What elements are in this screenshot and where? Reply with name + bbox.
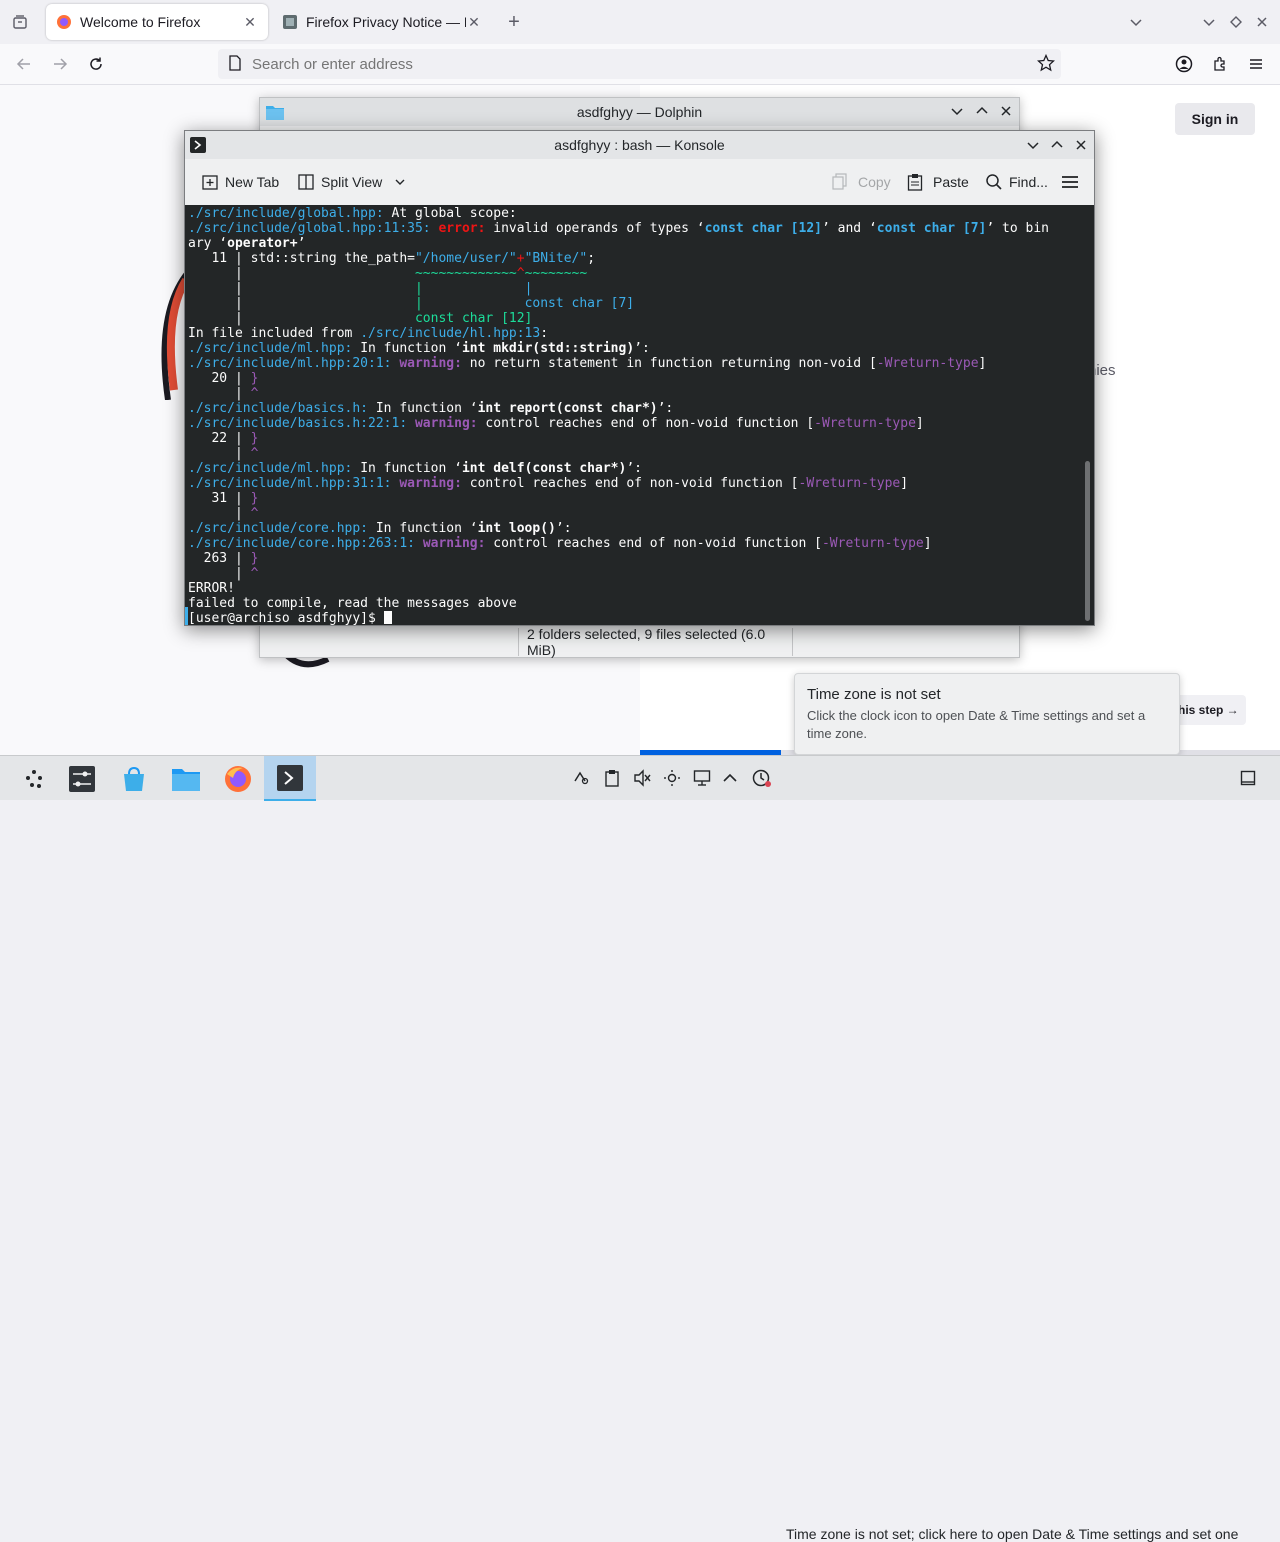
new-tab-label: New Tab bbox=[225, 174, 280, 190]
notification-body: Click the clock icon to open Date & Time… bbox=[807, 708, 1146, 741]
brightness-icon[interactable] bbox=[662, 768, 682, 788]
text-cursor bbox=[383, 611, 392, 624]
konsole-icon bbox=[277, 764, 303, 791]
copy-button[interactable]: Copy bbox=[832, 167, 891, 197]
close-tab-icon[interactable]: ✕ bbox=[242, 14, 258, 31]
hamburger-menu-icon bbox=[1062, 176, 1078, 188]
reload-icon[interactable] bbox=[80, 48, 112, 80]
hamburger-menu-button[interactable] bbox=[1061, 167, 1085, 197]
account-icon[interactable] bbox=[1168, 48, 1200, 80]
terminal-output[interactable]: ./src/include/global.hpp: At global scop… bbox=[185, 205, 1082, 625]
dolphin-status-text: 2 folders selected, 9 files selected (6.… bbox=[518, 626, 793, 658]
dolphin-titlebar: asdfghyy — Dolphin bbox=[260, 98, 1019, 126]
discover-icon bbox=[124, 766, 144, 791]
minimize-icon[interactable] bbox=[1026, 138, 1040, 155]
konsole-titlebar: asdfghyy : bash — Konsole bbox=[185, 131, 1094, 159]
split-view-button[interactable]: Split View bbox=[297, 167, 406, 197]
firefox-icon bbox=[225, 765, 251, 792]
minimize-icon[interactable] bbox=[950, 104, 964, 121]
close-icon[interactable] bbox=[999, 104, 1013, 121]
dolphin-taskbar-button[interactable] bbox=[160, 756, 212, 801]
app-menu-icon[interactable] bbox=[1240, 48, 1272, 80]
bookmark-star-icon[interactable] bbox=[1036, 53, 1056, 75]
tab-label: Firefox Privacy Notice — M bbox=[306, 14, 466, 30]
system-settings-icon bbox=[69, 765, 95, 792]
new-tab-icon bbox=[202, 175, 218, 190]
tab-overview-icon[interactable] bbox=[4, 6, 36, 38]
paste-icon bbox=[907, 174, 923, 191]
firefox-favicon-icon bbox=[56, 14, 72, 30]
taskbar: Time zone is not set; click here to open… bbox=[0, 755, 1280, 1542]
copy-label: Copy bbox=[858, 174, 891, 190]
firefox-taskbar-button[interactable] bbox=[212, 756, 264, 801]
app-launcher-icon bbox=[26, 769, 42, 788]
split-view-label: Split View bbox=[321, 174, 383, 190]
tab-label: Welcome to Firefox bbox=[80, 14, 201, 30]
app-launcher-button[interactable] bbox=[8, 756, 60, 801]
clipboard-icon[interactable] bbox=[602, 768, 622, 788]
line-marker bbox=[185, 607, 188, 625]
chevron-down-icon bbox=[395, 179, 405, 185]
close-icon[interactable] bbox=[1074, 138, 1088, 155]
system-settings-button[interactable] bbox=[56, 756, 108, 801]
maximize-icon[interactable] bbox=[975, 104, 989, 121]
extensions-icon[interactable] bbox=[1204, 48, 1236, 80]
find-label: Find... bbox=[1009, 174, 1048, 190]
new-tab-button[interactable]: New Tab bbox=[201, 167, 279, 197]
find-button[interactable]: Find... bbox=[985, 167, 1048, 197]
konsole-window: asdfghyy : bash — Konsole New Tab Split … bbox=[184, 130, 1095, 626]
paste-label: Paste bbox=[933, 174, 969, 190]
sign-in-button[interactable]: Sign in bbox=[1175, 103, 1255, 135]
search-icon bbox=[986, 174, 1002, 190]
konsole-toolbar: New Tab Split View Copy Paste Find... bbox=[185, 159, 1094, 206]
dolphin-title: asdfghyy — Dolphin bbox=[576, 104, 703, 120]
maximize-icon[interactable] bbox=[1050, 138, 1064, 155]
list-tabs-icon[interactable] bbox=[1120, 6, 1152, 38]
tab-privacy-notice[interactable]: Firefox Privacy Notice — M ✕ bbox=[272, 4, 492, 40]
timezone-notification[interactable]: Time zone is not set Click the clock ico… bbox=[794, 673, 1180, 755]
terminal-scrollbar-thumb[interactable] bbox=[1085, 461, 1090, 621]
close-tab-icon[interactable]: ✕ bbox=[466, 14, 482, 31]
mozilla-favicon-icon bbox=[282, 14, 298, 30]
konsole-taskbar-button[interactable] bbox=[264, 756, 316, 801]
display-icon[interactable] bbox=[692, 768, 712, 788]
show-desktop-icon[interactable] bbox=[1238, 768, 1258, 788]
tab-welcome[interactable]: Welcome to Firefox ✕ bbox=[46, 4, 268, 40]
firefox-tab-bar: Welcome to Firefox ✕ Firefox Privacy Not… bbox=[0, 0, 1280, 44]
notification-title: Time zone is not set bbox=[807, 686, 941, 703]
copy-icon bbox=[832, 173, 847, 190]
new-tab-icon[interactable]: + bbox=[498, 6, 530, 38]
shell-prompt: [user@archiso asdfghyy]$ bbox=[188, 611, 384, 625]
close-window-icon[interactable] bbox=[1246, 6, 1278, 38]
discover-button[interactable] bbox=[108, 756, 160, 801]
url-bar[interactable] bbox=[218, 49, 1061, 79]
konsole-title: asdfghyy : bash — Konsole bbox=[554, 137, 725, 153]
split-view-icon bbox=[298, 174, 314, 190]
clock-warning-icon[interactable] bbox=[752, 768, 772, 788]
dolphin-icon bbox=[172, 768, 200, 791]
back-icon[interactable] bbox=[8, 48, 40, 80]
url-input[interactable] bbox=[250, 54, 1037, 74]
timezone-tray-text[interactable]: Time zone is not set; click here to open… bbox=[786, 1526, 1238, 1542]
forward-icon[interactable] bbox=[44, 48, 76, 80]
page-icon bbox=[228, 54, 242, 74]
kdeconnect-icon[interactable] bbox=[571, 768, 591, 788]
paste-button[interactable]: Paste bbox=[907, 167, 969, 197]
volume-muted-icon[interactable] bbox=[632, 768, 652, 788]
tray-expand-icon[interactable] bbox=[720, 768, 740, 788]
